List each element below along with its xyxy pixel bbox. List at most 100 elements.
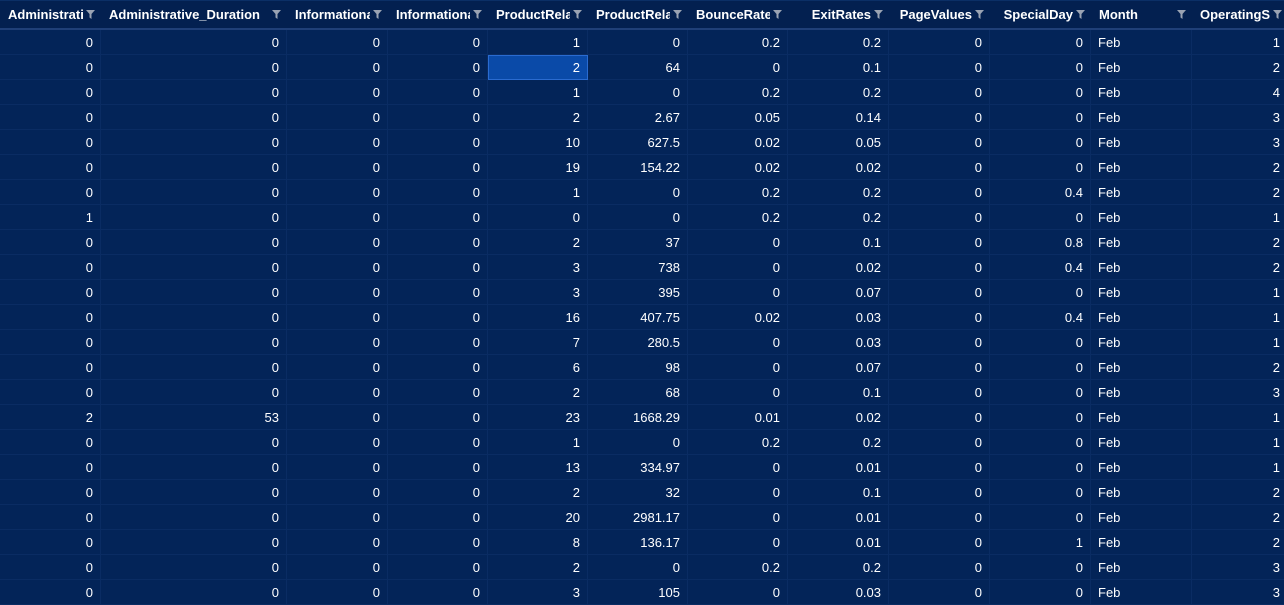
- table-cell[interactable]: 0: [889, 255, 990, 280]
- table-cell[interactable]: 0: [0, 155, 101, 180]
- table-cell[interactable]: 0.01: [788, 455, 889, 480]
- table-cell[interactable]: 0: [990, 280, 1091, 305]
- column-header[interactable]: PageValues: [889, 0, 990, 30]
- filter-icon[interactable]: [573, 9, 582, 19]
- table-cell[interactable]: Feb: [1091, 105, 1192, 130]
- table-cell[interactable]: 0: [388, 205, 488, 230]
- table-cell[interactable]: 0: [101, 530, 287, 555]
- table-cell[interactable]: 0: [388, 455, 488, 480]
- table-cell[interactable]: 0: [889, 305, 990, 330]
- table-cell[interactable]: 2: [1192, 230, 1284, 255]
- table-cell[interactable]: 0.01: [688, 405, 788, 430]
- table-cell[interactable]: 0.4: [990, 180, 1091, 205]
- table-cell[interactable]: 2: [488, 480, 588, 505]
- table-cell[interactable]: 395: [588, 280, 688, 305]
- table-cell[interactable]: 0.02: [688, 155, 788, 180]
- table-cell[interactable]: 0: [0, 255, 101, 280]
- table-cell[interactable]: 334.97: [588, 455, 688, 480]
- table-cell[interactable]: 0: [101, 430, 287, 455]
- table-cell[interactable]: 0.2: [788, 430, 889, 455]
- table-cell[interactable]: 0: [101, 55, 287, 80]
- table-cell[interactable]: 7: [488, 330, 588, 355]
- table-cell[interactable]: 0: [588, 80, 688, 105]
- table-cell[interactable]: 23: [488, 405, 588, 430]
- table-cell[interactable]: 0: [287, 280, 388, 305]
- table-cell[interactable]: 0: [388, 230, 488, 255]
- table-cell[interactable]: 0.8: [990, 230, 1091, 255]
- table-cell[interactable]: 0: [287, 555, 388, 580]
- table-cell[interactable]: Feb: [1091, 555, 1192, 580]
- table-cell[interactable]: 98: [588, 355, 688, 380]
- table-cell[interactable]: 0.4: [990, 255, 1091, 280]
- table-cell[interactable]: 0: [889, 530, 990, 555]
- table-cell[interactable]: 0: [688, 530, 788, 555]
- table-cell[interactable]: Feb: [1091, 230, 1192, 255]
- table-cell[interactable]: 0: [0, 280, 101, 305]
- table-cell[interactable]: 3: [1192, 380, 1284, 405]
- filter-icon[interactable]: [373, 9, 382, 19]
- table-cell[interactable]: 0.02: [688, 130, 788, 155]
- table-cell[interactable]: 2: [1192, 505, 1284, 530]
- table-cell[interactable]: 2: [1192, 480, 1284, 505]
- table-cell[interactable]: 4: [1192, 80, 1284, 105]
- column-header[interactable]: ProductRelated: [488, 0, 588, 30]
- table-cell[interactable]: 0: [889, 155, 990, 180]
- table-cell[interactable]: 0: [990, 80, 1091, 105]
- table-cell[interactable]: 0: [101, 280, 287, 305]
- table-cell[interactable]: 0: [688, 55, 788, 80]
- table-cell[interactable]: 407.75: [588, 305, 688, 330]
- table-cell[interactable]: 0: [101, 180, 287, 205]
- column-header[interactable]: Administrative: [0, 0, 101, 30]
- table-cell[interactable]: 0: [287, 330, 388, 355]
- table-cell[interactable]: 0: [101, 205, 287, 230]
- table-cell[interactable]: 0: [388, 505, 488, 530]
- table-cell[interactable]: Feb: [1091, 380, 1192, 405]
- table-cell[interactable]: 0.02: [788, 255, 889, 280]
- table-cell[interactable]: Feb: [1091, 480, 1192, 505]
- table-cell[interactable]: 1: [0, 205, 101, 230]
- table-cell[interactable]: 0: [287, 155, 388, 180]
- column-header[interactable]: OperatingSystems: [1192, 0, 1284, 30]
- filter-icon[interactable]: [673, 9, 682, 19]
- table-cell[interactable]: 1: [1192, 205, 1284, 230]
- table-cell[interactable]: 2: [488, 230, 588, 255]
- table-cell[interactable]: 0: [688, 230, 788, 255]
- table-cell[interactable]: 2: [1192, 155, 1284, 180]
- table-cell[interactable]: 0: [287, 305, 388, 330]
- table-cell[interactable]: Feb: [1091, 405, 1192, 430]
- table-cell[interactable]: 0: [101, 305, 287, 330]
- table-cell[interactable]: 2: [0, 405, 101, 430]
- table-cell[interactable]: 0: [388, 430, 488, 455]
- table-cell[interactable]: 0: [101, 580, 287, 605]
- table-cell[interactable]: 0: [388, 580, 488, 605]
- table-cell[interactable]: 0: [287, 530, 388, 555]
- table-cell[interactable]: 0: [101, 30, 287, 55]
- table-cell[interactable]: 280.5: [588, 330, 688, 355]
- table-cell[interactable]: 0: [0, 455, 101, 480]
- table-cell[interactable]: 1: [1192, 280, 1284, 305]
- table-cell[interactable]: 0: [990, 355, 1091, 380]
- table-cell[interactable]: 1: [488, 430, 588, 455]
- table-cell[interactable]: 0: [287, 455, 388, 480]
- table-cell[interactable]: 0: [101, 355, 287, 380]
- table-cell[interactable]: 0: [889, 205, 990, 230]
- column-header[interactable]: ExitRates: [788, 0, 889, 30]
- table-cell[interactable]: 2: [488, 55, 588, 80]
- filter-icon[interactable]: [1076, 9, 1085, 19]
- table-cell[interactable]: 0: [0, 530, 101, 555]
- table-cell[interactable]: Feb: [1091, 55, 1192, 80]
- table-cell[interactable]: Feb: [1091, 255, 1192, 280]
- table-cell[interactable]: 0.02: [788, 405, 889, 430]
- table-cell[interactable]: Feb: [1091, 280, 1192, 305]
- table-cell[interactable]: 0: [101, 380, 287, 405]
- table-cell[interactable]: 20: [488, 505, 588, 530]
- table-cell[interactable]: 136.17: [588, 530, 688, 555]
- filter-icon[interactable]: [86, 9, 95, 19]
- table-cell[interactable]: 0: [388, 255, 488, 280]
- table-cell[interactable]: 0.07: [788, 280, 889, 305]
- table-cell[interactable]: 0.2: [688, 430, 788, 455]
- table-cell[interactable]: 0: [889, 355, 990, 380]
- column-header[interactable]: Month: [1091, 0, 1192, 30]
- table-cell[interactable]: 0: [287, 480, 388, 505]
- table-cell[interactable]: Feb: [1091, 355, 1192, 380]
